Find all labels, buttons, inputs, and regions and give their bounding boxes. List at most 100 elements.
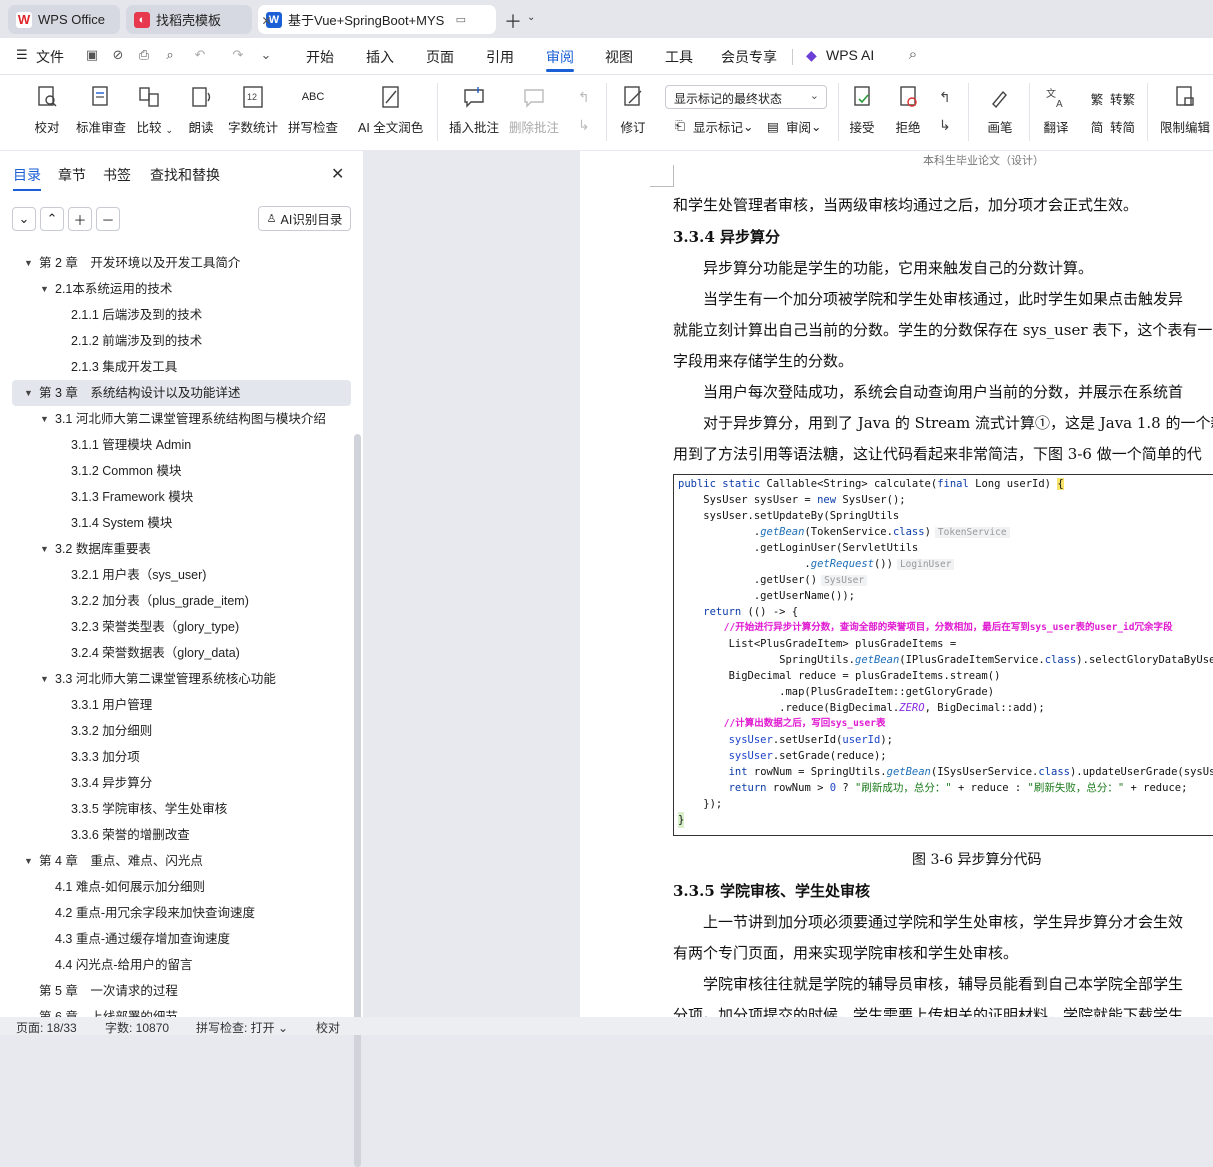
toc-item[interactable]: 3.2.4 荣誉数据表（glory_data) [0, 640, 352, 666]
toc-item[interactable]: 3.2.1 用户表（sys_user) [0, 562, 352, 588]
expand-arrow-icon[interactable]: ▼ [24, 848, 33, 874]
tab-wps-office[interactable]: W WPS Office [8, 5, 120, 34]
toc-item[interactable]: 4.1 难点-如何展示加分细则 [0, 874, 352, 900]
toc-item[interactable]: ▼ 第 3 章 系统结构设计以及功能详述 [12, 380, 351, 406]
toc-item[interactable]: 2.1.2 前端涉及到的技术 [0, 328, 352, 354]
proofread-button[interactable]: 校对 [33, 83, 61, 136]
menu-home[interactable]: 开始 [306, 47, 334, 67]
undo-icon[interactable]: ↶ [192, 47, 208, 63]
save-icon[interactable]: ▣ [84, 47, 100, 63]
menu-view[interactable]: 视图 [605, 47, 633, 67]
new-tab-icon[interactable]: ＋ [504, 8, 522, 34]
toc-item[interactable]: ▼ 第 2 章 开发环境以及开发工具简介 [0, 250, 352, 276]
display-mode-select[interactable]: 显示标记的最终状态 ⌄ [665, 85, 827, 109]
redo-icon[interactable]: ↷ [230, 47, 246, 63]
toc-item[interactable]: 3.1.2 Common 模块 [0, 458, 352, 484]
menu-page[interactable]: 页面 [426, 47, 454, 67]
toc-item[interactable]: 4.2 重点-用冗余字段来加快查询速度 [0, 900, 352, 926]
ai-recognize-toc-button[interactable]: ♙ AI识别目录 [258, 206, 351, 231]
read-aloud-button[interactable]: 朗读 [187, 83, 215, 136]
expand-arrow-icon[interactable]: ▼ [40, 276, 49, 302]
insert-comment-button[interactable]: 插入批注 [449, 83, 499, 136]
find-icon[interactable]: ⌕ [162, 47, 178, 63]
review-pane-button[interactable]: ▤ 审阅 ⌄ [764, 117, 821, 136]
next-change-icon[interactable]: ↳ [939, 117, 951, 134]
menu-tools[interactable]: 工具 [665, 47, 693, 67]
translate-button[interactable]: 文A 翻译 [1042, 83, 1070, 136]
prev-comment-icon[interactable]: ↰ [578, 89, 590, 106]
toc-item[interactable]: 3.1.1 管理模块 Admin [0, 432, 352, 458]
word-count-button[interactable]: 12 字数统计 [228, 83, 278, 136]
accept-button[interactable]: 接受 [848, 83, 876, 136]
toc-item[interactable]: 3.1.4 System 模块 [0, 510, 352, 536]
expand-arrow-icon[interactable]: ▼ [24, 250, 33, 276]
restrict-edit-button[interactable]: 限制编辑 [1160, 83, 1210, 136]
tab-document[interactable]: W 基于Vue+SpringBoot+MYS ▭ ✕ [258, 5, 496, 34]
reject-button[interactable]: 拒绝 [894, 83, 922, 136]
hamburger-icon[interactable]: ☰ [16, 47, 28, 63]
next-comment-icon[interactable]: ↳ [578, 117, 590, 134]
toc-item[interactable]: 3.3.4 异步算分 [0, 770, 352, 796]
remove-heading-button[interactable]: － [96, 207, 120, 231]
toc-item[interactable]: 3.3.2 加分细则 [0, 718, 352, 744]
tab-bookmarks[interactable]: 书签 [103, 165, 131, 185]
toc-item[interactable]: 3.3.5 学院审核、学生处审核 [0, 796, 352, 822]
toc-item[interactable]: 3.3.6 荣誉的增删改查 [0, 822, 352, 848]
tab-find-replace[interactable]: 查找和替换 [150, 165, 220, 185]
word-count-status[interactable]: 字数: 10870 [105, 1019, 169, 1036]
toc-item[interactable]: 2.1.1 后端涉及到的技术 [0, 302, 352, 328]
print-icon[interactable]: ⎙ [136, 47, 152, 63]
menu-insert[interactable]: 插入 [366, 47, 394, 67]
print-preview-icon[interactable]: ⊘ [110, 47, 126, 63]
toc-item[interactable]: ▼ 第 4 章 重点、难点、闪光点 [0, 848, 352, 874]
expand-arrow-icon[interactable]: ▼ [40, 536, 49, 562]
pen-button[interactable]: 画笔 [986, 83, 1014, 136]
to-traditional-button[interactable]: 繁转繁 [1088, 89, 1135, 108]
quick-access-chevron-icon[interactable]: ⌄ [258, 47, 274, 63]
prev-change-icon[interactable]: ↰ [939, 89, 951, 106]
ai-polish-button[interactable]: AI 全文润色 [358, 83, 423, 136]
revise-button[interactable]: 修订 [619, 83, 647, 136]
expand-arrow-icon[interactable]: ▼ [40, 406, 49, 432]
toc-item[interactable]: 3.3.3 加分项 [0, 744, 352, 770]
pane-scrollbar[interactable] [354, 434, 361, 1167]
close-tab-icon[interactable]: ✕ [262, 12, 488, 28]
spell-check-button[interactable]: ABC 拼写检查 [288, 83, 338, 136]
tab-list-chevron-icon[interactable]: ⌄ [527, 12, 535, 23]
collapse-all-button[interactable]: ⌄ [12, 207, 36, 231]
menu-member[interactable]: 会员专享 [721, 47, 777, 67]
menu-review[interactable]: 审阅 [546, 47, 574, 72]
show-markup-button[interactable]: ⎗ 显示标记 ⌄ [671, 117, 754, 136]
tab-docer[interactable]: ◐ 找稻壳模板 [126, 5, 252, 34]
tab-sections[interactable]: 章节 [58, 165, 86, 185]
delete-comment-button[interactable]: 删除批注 [509, 83, 559, 136]
spell-check-status[interactable]: 拼写检查: 打开 ⌄ [196, 1019, 288, 1036]
toc-item[interactable]: 2.1.3 集成开发工具 [0, 354, 352, 380]
to-simplified-button[interactable]: 简转简 [1088, 117, 1135, 136]
menu-references[interactable]: 引用 [486, 47, 514, 67]
expand-up-button[interactable]: ⌃ [40, 207, 64, 231]
toc-item[interactable]: 第 5 章 一次请求的过程 [0, 978, 352, 1004]
standard-review-button[interactable]: 标准审查 [76, 83, 126, 136]
menu-wps-ai[interactable]: WPS AI [826, 47, 874, 63]
tab-toc[interactable]: 目录 [13, 165, 41, 191]
toc-item[interactable]: 3.2.3 荣誉类型表（glory_type) [0, 614, 352, 640]
menu-file[interactable]: 文件 [36, 47, 64, 67]
toc-item[interactable]: ▼ 3.2 数据库重要表 [0, 536, 352, 562]
compare-button[interactable]: 比较 ⌄ [135, 83, 173, 136]
expand-arrow-icon[interactable]: ▼ [40, 666, 49, 692]
proofread-status[interactable]: 校对 [316, 1019, 340, 1036]
toc-item[interactable]: ▼ 2.1本系统运用的技术 [0, 276, 352, 302]
toc-item[interactable]: 4.4 闪光点-给用户的留言 [0, 952, 352, 978]
page-indicator[interactable]: 页面: 18/33 [16, 1019, 77, 1036]
search-icon[interactable]: ⌕ [905, 47, 921, 63]
toc-item[interactable]: 3.3.1 用户管理 [0, 692, 352, 718]
toc-item[interactable]: ▼ 3.3 河北师大第二课堂管理系统核心功能 [0, 666, 352, 692]
toc-item[interactable]: 3.1.3 Framework 模块 [0, 484, 352, 510]
toc-item[interactable]: 4.3 重点-通过缓存增加查询速度 [0, 926, 352, 952]
toc-item[interactable]: 3.2.2 加分表（plus_grade_item) [0, 588, 352, 614]
add-heading-button[interactable]: ＋ [68, 207, 92, 231]
close-pane-icon[interactable]: ✕ [331, 164, 344, 184]
expand-arrow-icon[interactable]: ▼ [24, 380, 33, 406]
toc-item[interactable]: ▼ 3.1 河北师大第二课堂管理系统结构图与模块介绍 [0, 406, 352, 432]
